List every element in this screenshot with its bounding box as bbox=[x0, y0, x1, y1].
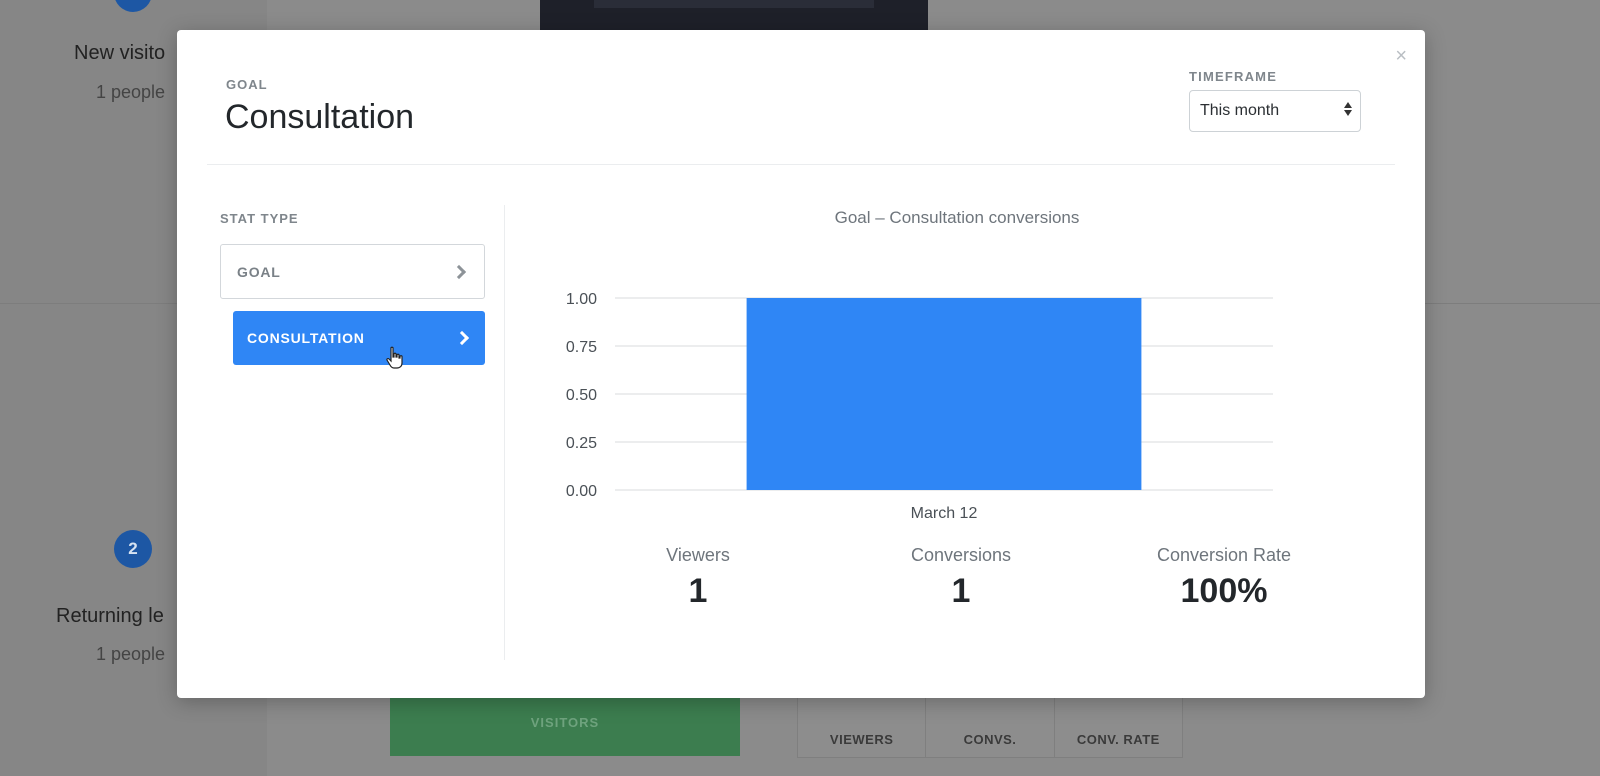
y-tick-label: 0.75 bbox=[566, 339, 597, 356]
step-2-badge: 2 bbox=[114, 530, 152, 568]
timeframe-value: This month bbox=[1200, 102, 1280, 119]
x-tick-label: March 12 bbox=[911, 505, 978, 522]
y-tick-label: 0.25 bbox=[566, 435, 597, 452]
step-2-subtitle: 1 people bbox=[96, 644, 166, 664]
stat-type-label: STAT TYPE bbox=[220, 211, 299, 226]
summary-conversions-label: Conversions bbox=[910, 545, 1012, 565]
visitors-label: VISITORS bbox=[530, 715, 600, 730]
conversions-chart: 0.00 0.25 0.50 0.75 1.00 March 12 Goal – Cons… bbox=[517, 200, 1397, 530]
stat-type-consultation[interactable]: CONSULTATION bbox=[233, 311, 485, 365]
y-tick-label: 0.00 bbox=[566, 483, 597, 500]
select-arrows-icon bbox=[1344, 102, 1352, 116]
close-icon[interactable]: × bbox=[1395, 46, 1407, 66]
summary-conversion-rate-value: 100% bbox=[1180, 572, 1268, 610]
chevron-right-icon bbox=[454, 330, 470, 346]
step-1-subtitle: 1 people bbox=[96, 82, 166, 102]
bg-stat-conv-rate: CONV. RATE bbox=[1076, 732, 1160, 747]
timeframe-label: TIMEFRAME bbox=[1189, 69, 1278, 84]
chart-title: Goal – Consultation conversions bbox=[834, 208, 1080, 227]
background-dark-inner bbox=[594, 0, 874, 8]
visitors-bar: VISITORS bbox=[390, 690, 740, 756]
summary-viewers-label: Viewers bbox=[666, 545, 730, 565]
stat-type-goal[interactable]: GOAL bbox=[220, 244, 485, 299]
bar bbox=[746, 298, 1142, 490]
timeframe-select[interactable]: This month bbox=[1189, 90, 1361, 132]
chart-svg: 0.00 0.25 0.50 0.75 1.00 March 12 bbox=[566, 291, 1273, 522]
background-stats-box: VIEWERS CONVS. CONV. RATE bbox=[797, 690, 1183, 758]
goal-label: GOAL bbox=[226, 77, 268, 92]
bg-stat-viewers: VIEWERS bbox=[798, 691, 927, 757]
header-divider bbox=[207, 164, 1395, 165]
summary-conversions-value: 1 bbox=[951, 572, 971, 610]
summary-viewers: Viewers 1 bbox=[598, 545, 798, 611]
summary-conversion-rate: Conversion Rate 100% bbox=[1124, 545, 1324, 611]
goal-title: Consultation bbox=[225, 98, 415, 136]
sidebar-divider bbox=[504, 205, 505, 660]
chevron-right-icon bbox=[451, 264, 467, 279]
hand-pointer-icon bbox=[386, 346, 403, 369]
stat-type-consultation-label: CONSULTATION bbox=[247, 330, 365, 346]
step-1-title: New visito bbox=[74, 42, 166, 64]
y-tick-label: 1.00 bbox=[566, 291, 597, 308]
stat-type-goal-label: GOAL bbox=[237, 263, 281, 280]
goal-modal: × GOAL Consultation TIMEFRAME This month… bbox=[177, 30, 1425, 698]
summary-conversion-rate-label: Conversion Rate bbox=[1156, 545, 1292, 565]
summary-viewers-value: 1 bbox=[688, 572, 708, 610]
step-2-title: Returning le bbox=[56, 605, 164, 627]
bg-stat-convs: CONVS. bbox=[926, 691, 1055, 757]
y-tick-label: 0.50 bbox=[566, 387, 597, 404]
summary-conversions: Conversions 1 bbox=[861, 545, 1061, 611]
